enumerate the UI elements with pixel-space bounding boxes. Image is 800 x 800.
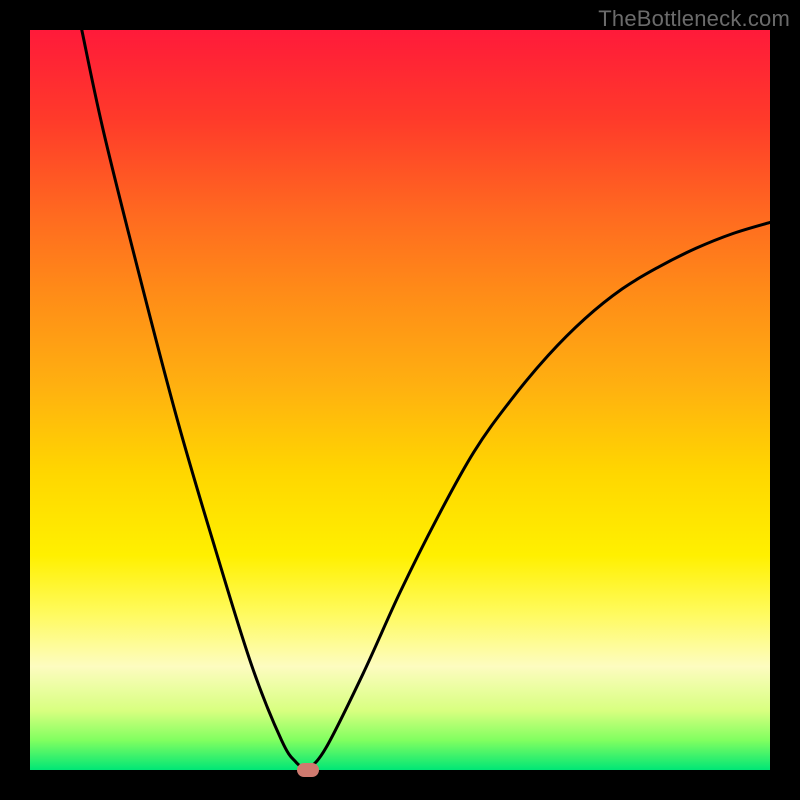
curve-left-branch <box>82 30 308 770</box>
watermark-text: TheBottleneck.com <box>598 6 790 32</box>
min-marker <box>297 763 319 777</box>
chart-frame: TheBottleneck.com <box>0 0 800 800</box>
plot-area <box>30 30 770 770</box>
curve-right-branch <box>308 222 771 770</box>
curve-layer <box>30 30 770 770</box>
